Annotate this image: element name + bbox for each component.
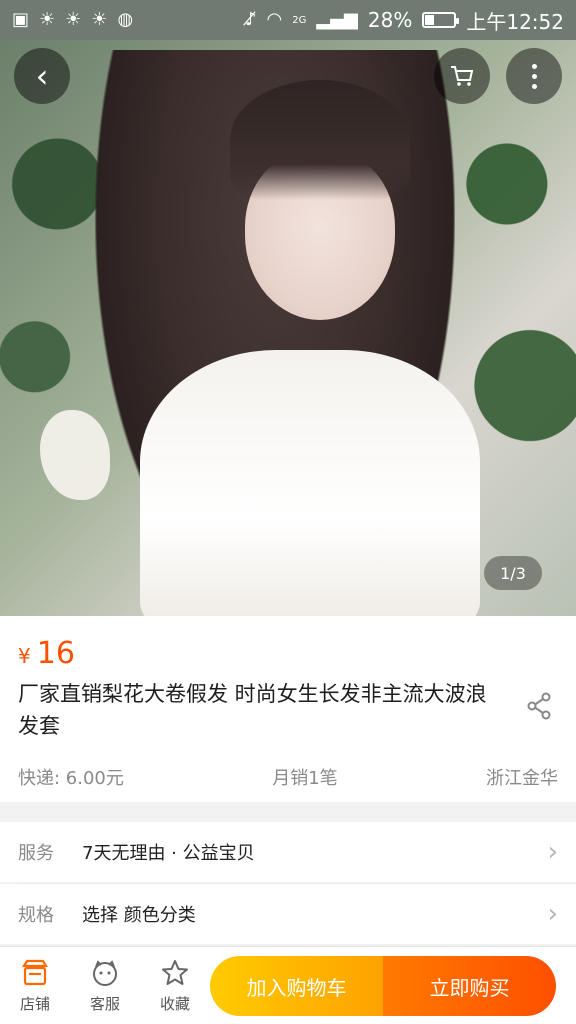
add-to-cart-button[interactable]: 加入购物车 <box>210 956 383 1016</box>
battery-icon <box>422 12 460 28</box>
service-value: 7天无理由 · 公益宝贝 <box>82 843 255 864</box>
product-image-gallery[interactable] <box>0 40 576 616</box>
battery-fill <box>425 15 434 25</box>
product-title: 厂家直销梨花大卷假发 时尚女生长发非主流大波浪发套 <box>18 682 487 738</box>
bottom-action-bar: 店铺 客服 收藏 加入购物车 立即购买 <box>0 946 576 1024</box>
cart-button[interactable] <box>434 48 490 104</box>
price: ¥ 16 <box>18 636 75 671</box>
lightbulb-notification-icon: ☀ <box>65 9 82 30</box>
shop-tab[interactable]: 店铺 <box>0 957 70 1014</box>
spec-value: 选择 颜色分类 <box>82 905 196 926</box>
lightbulb-notification-icon: ☀ <box>39 9 56 30</box>
notification-icons: ▣ ☀ ☀ ☀ ◍ <box>12 11 133 29</box>
back-button[interactable]: ‹ <box>14 48 70 104</box>
status-bar: ▣ ☀ ☀ ☀ ◍ ♪̸ ◠ 2G ▂▄▆ 28% 上午12:52 <box>0 0 576 40</box>
shipping-fee: 快递: 6.00元 <box>18 768 124 789</box>
buy-now-button[interactable]: 立即购买 <box>383 956 556 1016</box>
customer-service-tab[interactable]: 客服 <box>70 957 140 1014</box>
service-row[interactable]: 服务 7天无理由 · 公益宝贝 › <box>0 822 576 882</box>
signal-icon: ▂▄▆ <box>316 9 358 30</box>
favorite-tab[interactable]: 收藏 <box>140 957 210 1014</box>
image-counter: 1/3 <box>484 556 542 590</box>
customer-service-label: 客服 <box>89 995 120 1013</box>
customer-service-icon <box>89 957 121 989</box>
seller-location: 浙江金华 <box>485 768 558 789</box>
shop-icon <box>19 957 51 989</box>
monthly-sales: 月销1笔 <box>272 768 338 789</box>
more-options-button[interactable] <box>506 48 562 104</box>
shop-label: 店铺 <box>19 995 50 1013</box>
chevron-right-icon: › <box>547 837 558 867</box>
chat-notification-icon: ◍ <box>117 9 134 30</box>
battery-percent: 28% <box>367 8 413 32</box>
favorite-label: 收藏 <box>159 995 190 1013</box>
currency-symbol: ¥ <box>18 644 31 668</box>
service-label: 服务 <box>18 843 54 864</box>
wifi-icon: ◠ <box>266 9 283 30</box>
product-info-card: ¥ 16 厂家直销梨花大卷假发 时尚女生长发非主流大波浪发套 快递: 6.00元… <box>0 616 576 802</box>
clock: 上午12:52 <box>466 9 564 34</box>
spec-label: 规格 <box>18 905 54 926</box>
product-meta: 快递: 6.00元 月销1笔 浙江金华 <box>18 764 558 790</box>
chevron-right-icon: › <box>547 899 558 929</box>
price-value: 16 <box>36 636 75 671</box>
gallery-notification-icon: ▣ <box>12 9 30 30</box>
cart-icon <box>451 66 474 86</box>
chevron-left-icon: ‹ <box>35 57 49 95</box>
network-type: 2G <box>292 14 307 26</box>
wig-bangs <box>230 80 410 200</box>
model-dress <box>140 350 480 616</box>
star-icon <box>159 957 191 989</box>
lightbulb-notification-icon: ☀ <box>91 9 108 30</box>
spec-row[interactable]: 规格 选择 颜色分类 › <box>0 884 576 944</box>
share-icon <box>527 692 551 720</box>
share-button[interactable] <box>522 688 558 724</box>
purchase-buttons: 加入购物车 立即购买 <box>210 956 556 1016</box>
more-vertical-icon <box>531 63 537 89</box>
mute-icon: ♪̸ <box>245 9 257 30</box>
